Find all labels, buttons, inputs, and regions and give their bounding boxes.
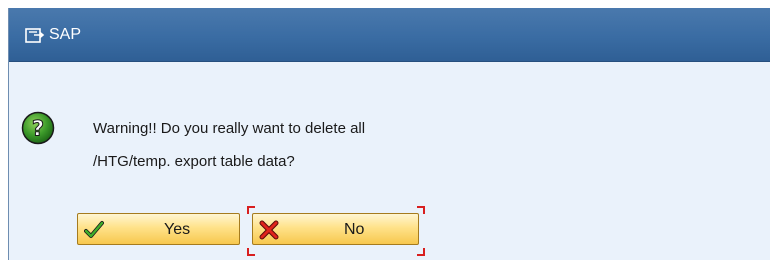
- dialog-titlebar[interactable]: SAP: [9, 8, 770, 62]
- focus-indicator-top-left: [247, 206, 255, 214]
- yes-button[interactable]: Yes: [77, 213, 240, 245]
- message-line-2: /HTG/temp. export table data?: [93, 153, 295, 170]
- svg-text:?: ?: [32, 117, 44, 141]
- question-icon: ?: [21, 111, 55, 145]
- yes-button-label: Yes: [164, 221, 191, 238]
- dialog-title: SAP: [49, 26, 82, 43]
- focus-indicator-bottom-right: [417, 248, 425, 256]
- checkmark-icon: [84, 220, 104, 240]
- confirmation-dialog: SAP ? Warning!! Do you really want to de…: [8, 8, 770, 260]
- no-button[interactable]: No: [252, 213, 419, 245]
- focus-indicator-bottom-left: [247, 248, 255, 256]
- message-line-1: Warning!! Do you really want to delete a…: [93, 120, 366, 137]
- dialog-icon[interactable]: [25, 27, 45, 45]
- focus-indicator-top-right: [417, 206, 425, 214]
- warning-message: Warning!! Do you really want to delete a…: [93, 112, 365, 178]
- cross-icon: [259, 220, 279, 240]
- no-button-label: No: [344, 221, 365, 238]
